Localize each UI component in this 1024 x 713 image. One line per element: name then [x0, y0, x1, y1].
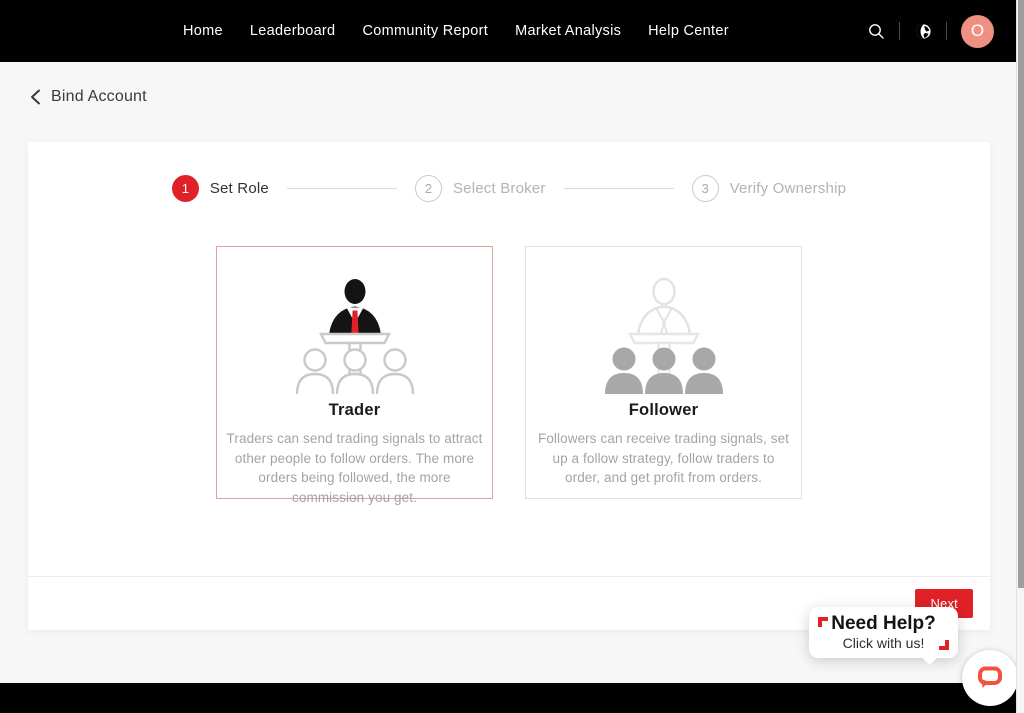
step-2-badge: 2	[415, 175, 442, 202]
back-link[interactable]: Bind Account	[30, 88, 147, 106]
step-1-label: Set Role	[210, 180, 269, 197]
nav-menu: Home Leaderboard Community Report Market…	[183, 23, 729, 39]
vertical-scrollbar[interactable]	[1016, 0, 1024, 713]
step-verify-ownership: 3 Verify Ownership	[692, 175, 847, 202]
nav-item-market-analysis[interactable]: Market Analysis	[515, 23, 621, 39]
step-connector	[564, 188, 674, 189]
tooltip-tail	[922, 650, 938, 666]
step-select-broker: 2 Select Broker	[415, 175, 546, 202]
help-subtitle: Click with us!	[843, 635, 925, 651]
livechat-launcher-button[interactable]	[962, 650, 1018, 706]
user-avatar[interactable]: O	[961, 15, 994, 48]
step-2-label: Select Broker	[453, 180, 546, 197]
role-card-trader[interactable]: Trader Traders can send trading signals …	[216, 246, 493, 499]
role-cards: Trader Traders can send trading signals …	[28, 246, 990, 499]
chat-bubble-icon	[976, 665, 1004, 692]
bind-account-panel: 1 Set Role 2 Select Broker 3 Verify Owne…	[28, 142, 990, 630]
scrollbar-thumb[interactable]	[1018, 0, 1024, 588]
corner-bracket-icon	[939, 640, 949, 650]
role-description: Traders can send trading signals to attr…	[226, 429, 484, 507]
footer-bar	[0, 683, 1024, 713]
step-1-badge: 1	[172, 175, 199, 202]
help-title: Need Help?	[831, 614, 936, 635]
role-title: Follower	[526, 401, 801, 420]
step-connector	[287, 188, 397, 189]
nav-divider	[946, 22, 947, 40]
chevron-left-icon	[30, 89, 41, 105]
corner-bracket-icon	[818, 617, 828, 627]
stepper: 1 Set Role 2 Select Broker 3 Verify Owne…	[28, 142, 990, 202]
need-help-tooltip[interactable]: Need Help? Click with us!	[809, 607, 958, 658]
trader-speaker-icon	[217, 277, 492, 395]
role-description: Followers can receive trading signals, s…	[535, 429, 793, 488]
follower-audience-icon	[526, 277, 801, 395]
step-set-role: 1 Set Role	[172, 175, 269, 202]
nav-item-leaderboard[interactable]: Leaderboard	[250, 23, 336, 39]
step-3-badge: 3	[692, 175, 719, 202]
role-card-follower[interactable]: Follower Followers can receive trading s…	[525, 246, 802, 499]
language-globe-icon[interactable]	[914, 22, 932, 40]
step-3-label: Verify Ownership	[730, 180, 847, 197]
role-title: Trader	[217, 401, 492, 420]
page-title: Bind Account	[51, 88, 147, 106]
nav-item-help-center[interactable]: Help Center	[648, 23, 729, 39]
search-icon[interactable]	[867, 22, 885, 40]
nav-divider	[899, 22, 900, 40]
nav-item-community-report[interactable]: Community Report	[362, 23, 488, 39]
nav-right-controls: O	[867, 0, 994, 62]
top-navigation: Home Leaderboard Community Report Market…	[0, 0, 1024, 62]
nav-item-home[interactable]: Home	[183, 23, 223, 39]
screen: Home Leaderboard Community Report Market…	[0, 0, 1024, 713]
